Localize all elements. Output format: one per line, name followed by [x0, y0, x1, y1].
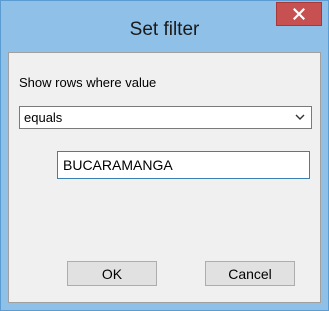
filter-value-input[interactable] [57, 151, 310, 179]
cancel-button[interactable]: Cancel [205, 261, 295, 286]
set-filter-dialog: Set filter Show rows where value equals … [0, 0, 329, 311]
filter-prompt-label: Show rows where value [19, 75, 157, 90]
ok-button[interactable]: OK [67, 261, 157, 286]
dialog-body: Show rows where value equals OK Cancel [8, 52, 321, 303]
close-x-icon [293, 8, 305, 20]
title-bar[interactable]: Set filter [1, 1, 328, 52]
chevron-down-icon [295, 114, 305, 120]
close-button[interactable] [276, 2, 322, 26]
operator-select[interactable]: equals [19, 106, 312, 129]
operator-selected-value: equals [24, 110, 63, 125]
